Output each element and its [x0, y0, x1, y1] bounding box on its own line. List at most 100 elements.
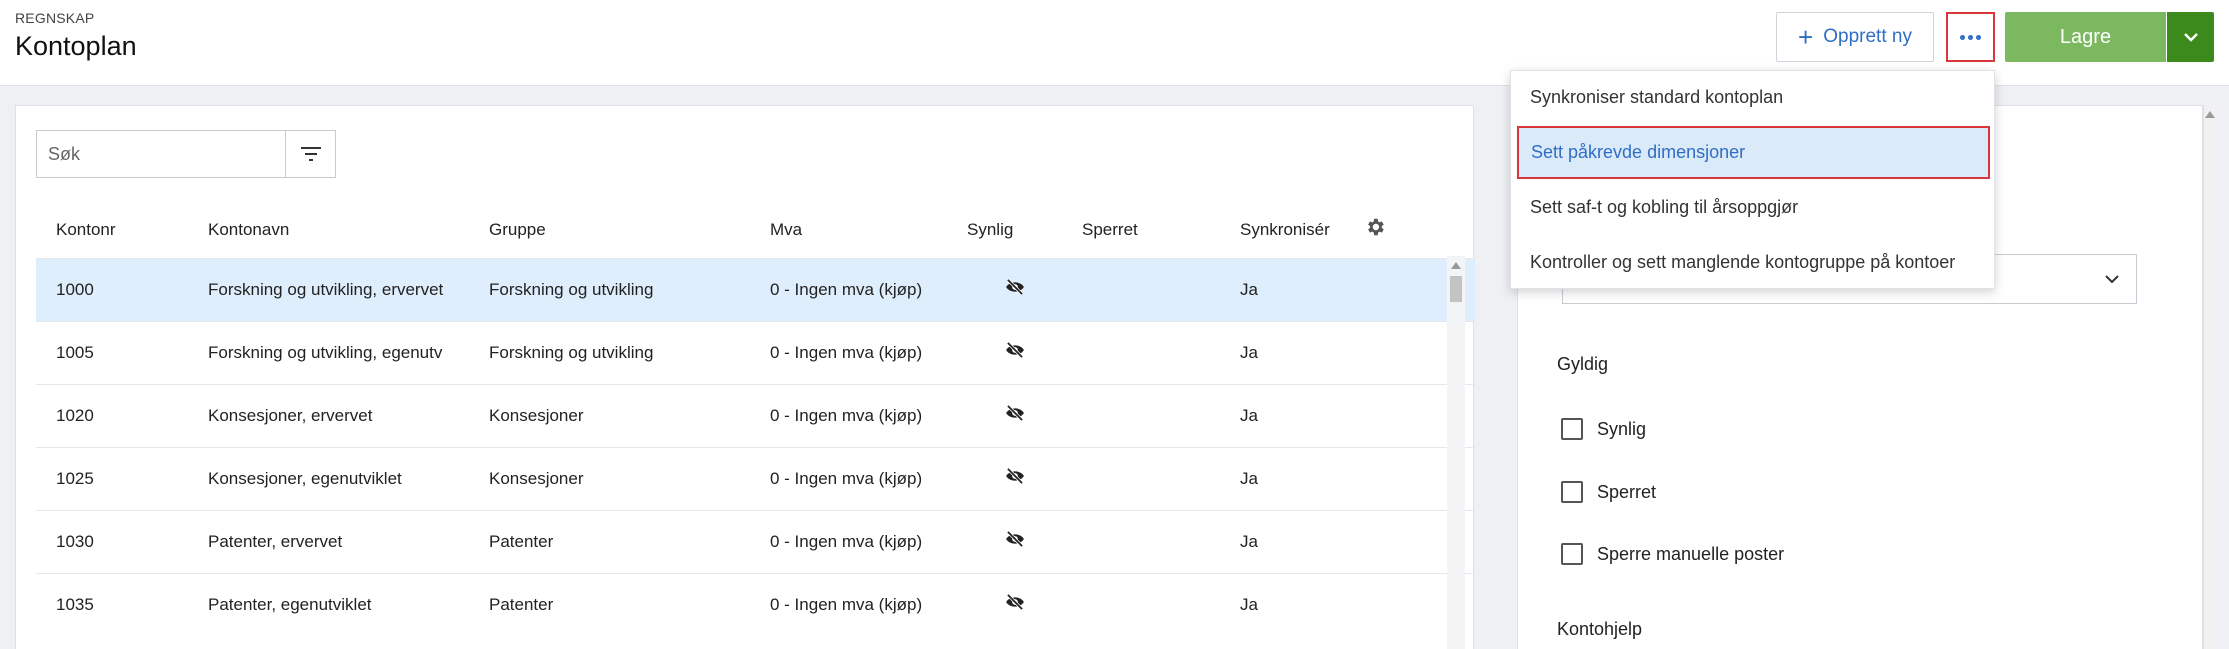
locked-cell [1062, 257, 1220, 321]
menu-item-required-dimensions[interactable]: Sett påkrevde dimensjoner [1517, 126, 1990, 179]
account-table: Kontonr Kontonavn Gruppe Mva Synlig Sper… [36, 202, 1475, 636]
locked-checkbox[interactable] [1561, 481, 1583, 503]
account-list-panel: Kontonr Kontonavn Gruppe Mva Synlig Sper… [15, 105, 1475, 649]
account-name: Forskning og utvikling, ervervet [188, 257, 469, 321]
account-group: Patenter [469, 572, 750, 636]
sync-cell: Ja [1220, 572, 1344, 636]
checkbox-row-lock-manual[interactable]: Sperre manuelle poster [1561, 543, 1784, 565]
column-settings-button[interactable] [1344, 202, 1399, 258]
search-box [36, 130, 336, 178]
eye-off-icon [1005, 404, 1024, 422]
row-spacer [1344, 383, 1399, 447]
account-vat: 0 - Ingen mva (kjøp) [750, 320, 947, 384]
table-header-row: Kontonr Kontonavn Gruppe Mva Synlig Sper… [36, 202, 1475, 258]
more-dots-icon [1960, 34, 1965, 40]
account-group: Forskning og utvikling [469, 320, 750, 384]
eye-off-icon [1005, 467, 1024, 485]
menu-item-check-missing-groups[interactable]: Kontroller og sett manglende kontogruppe… [1511, 236, 1996, 289]
account-number-link[interactable]: 1005 [36, 320, 188, 384]
account-group: Konsesjoner [469, 446, 750, 510]
table-row[interactable]: 1030 Patenter, ervervet Patenter 0 - Ing… [36, 509, 1475, 573]
eye-off-icon [1005, 341, 1024, 359]
valid-section-title: Gyldig [1557, 354, 1609, 374]
account-name: Patenter, ervervet [188, 509, 469, 573]
eye-off-icon [1005, 278, 1024, 296]
visible-cell [947, 446, 1062, 510]
create-new-button[interactable]: + Opprett ny [1776, 12, 1934, 62]
account-vat: 0 - Ingen mva (kjøp) [750, 257, 947, 321]
account-number-link[interactable]: 1030 [36, 509, 188, 573]
chevron-down-icon [2105, 275, 2119, 284]
account-vat: 0 - Ingen mva (kjøp) [750, 383, 947, 447]
locked-cell [1062, 572, 1220, 636]
column-header-gruppe[interactable]: Gruppe [469, 202, 750, 258]
account-number-link[interactable]: 1025 [36, 446, 188, 510]
locked-checkbox-label: Sperret [1597, 481, 1657, 502]
sync-cell: Ja [1220, 257, 1344, 321]
filter-icon [300, 147, 321, 161]
filter-button[interactable] [285, 131, 335, 177]
sync-cell: Ja [1220, 320, 1344, 384]
locked-cell [1062, 446, 1220, 510]
account-name: Konsesjoner, ervervet [188, 383, 469, 447]
column-header-mva[interactable]: Mva [750, 202, 947, 258]
checkbox-row-locked[interactable]: Sperret [1561, 481, 1656, 503]
column-header-kontonr[interactable]: Kontonr [36, 202, 188, 258]
menu-item-sync-standard[interactable]: Synkroniser standard kontoplan [1511, 71, 1996, 124]
visible-cell [947, 572, 1062, 636]
visible-cell [947, 257, 1062, 321]
column-header-synkroniser[interactable]: Synkronisér [1220, 202, 1344, 258]
account-name: Forskning og utvikling, egenutv [188, 320, 469, 384]
column-header-sperret[interactable]: Sperret [1062, 202, 1220, 258]
table-row[interactable]: 1035 Patenter, egenutviklet Patenter 0 -… [36, 572, 1475, 636]
account-number-link[interactable]: 1035 [36, 572, 188, 636]
visible-checkbox[interactable] [1561, 418, 1583, 440]
menu-item-saft-mapping[interactable]: Sett saf-t og kobling til årsoppgjør [1511, 181, 1996, 234]
sync-cell: Ja [1220, 383, 1344, 447]
table-scrollbar[interactable] [1447, 256, 1465, 649]
account-help-title: Kontohjelp [1557, 619, 1643, 639]
save-options-button[interactable] [2167, 12, 2214, 62]
more-options-button[interactable] [1946, 12, 1995, 62]
scroll-up-arrow-icon[interactable] [1451, 262, 1461, 269]
visible-cell [947, 320, 1062, 384]
details-scroll-up-icon[interactable] [2205, 111, 2215, 118]
checkbox-row-visible[interactable]: Synlig [1561, 418, 1646, 440]
plus-icon: + [1798, 22, 1814, 52]
details-scrollbar[interactable] [2203, 105, 2217, 649]
header-spacer [1399, 202, 1475, 258]
table-row[interactable]: 1005 Forskning og utvikling, egenutv For… [36, 320, 1475, 384]
account-number-link[interactable]: 1020 [36, 383, 188, 447]
visible-checkbox-label: Synlig [1597, 418, 1647, 439]
table-row[interactable]: 1020 Konsesjoner, ervervet Konsesjoner 0… [36, 383, 1475, 447]
more-dots-icon-2 [1968, 34, 1973, 40]
table-row[interactable]: 1025 Konsesjoner, egenutviklet Konsesjon… [36, 446, 1475, 510]
row-spacer [1344, 257, 1399, 321]
page-title: Kontoplan [15, 31, 137, 61]
save-button[interactable]: Lagre [2005, 12, 2166, 62]
lock-manual-entries-checkbox[interactable] [1561, 543, 1583, 565]
search-input[interactable] [37, 131, 286, 177]
sync-cell: Ja [1220, 446, 1344, 510]
account-name: Konsesjoner, egenutviklet [188, 446, 469, 510]
account-name: Patenter, egenutviklet [188, 572, 469, 636]
visible-cell [947, 383, 1062, 447]
lock-manual-entries-label: Sperre manuelle poster [1597, 543, 1785, 564]
account-number-link[interactable]: 1000 [36, 257, 188, 321]
sync-cell: Ja [1220, 509, 1344, 573]
row-spacer [1344, 446, 1399, 510]
account-group: Patenter [469, 509, 750, 573]
locked-cell [1062, 383, 1220, 447]
column-header-kontonavn[interactable]: Kontonavn [188, 202, 469, 258]
locked-cell [1062, 320, 1220, 384]
gear-icon [1368, 219, 1384, 236]
eye-off-icon [1005, 530, 1024, 548]
locked-cell [1062, 509, 1220, 573]
table-row[interactable]: 1000 Forskning og utvikling, ervervet Fo… [36, 257, 1475, 321]
column-header-synlig[interactable]: Synlig [947, 202, 1062, 258]
eye-off-icon [1005, 594, 1024, 611]
account-group: Konsesjoner [469, 383, 750, 447]
create-new-label: Opprett ny [1823, 26, 1912, 47]
scrollbar-thumb[interactable] [1450, 276, 1462, 302]
row-spacer [1344, 572, 1399, 636]
